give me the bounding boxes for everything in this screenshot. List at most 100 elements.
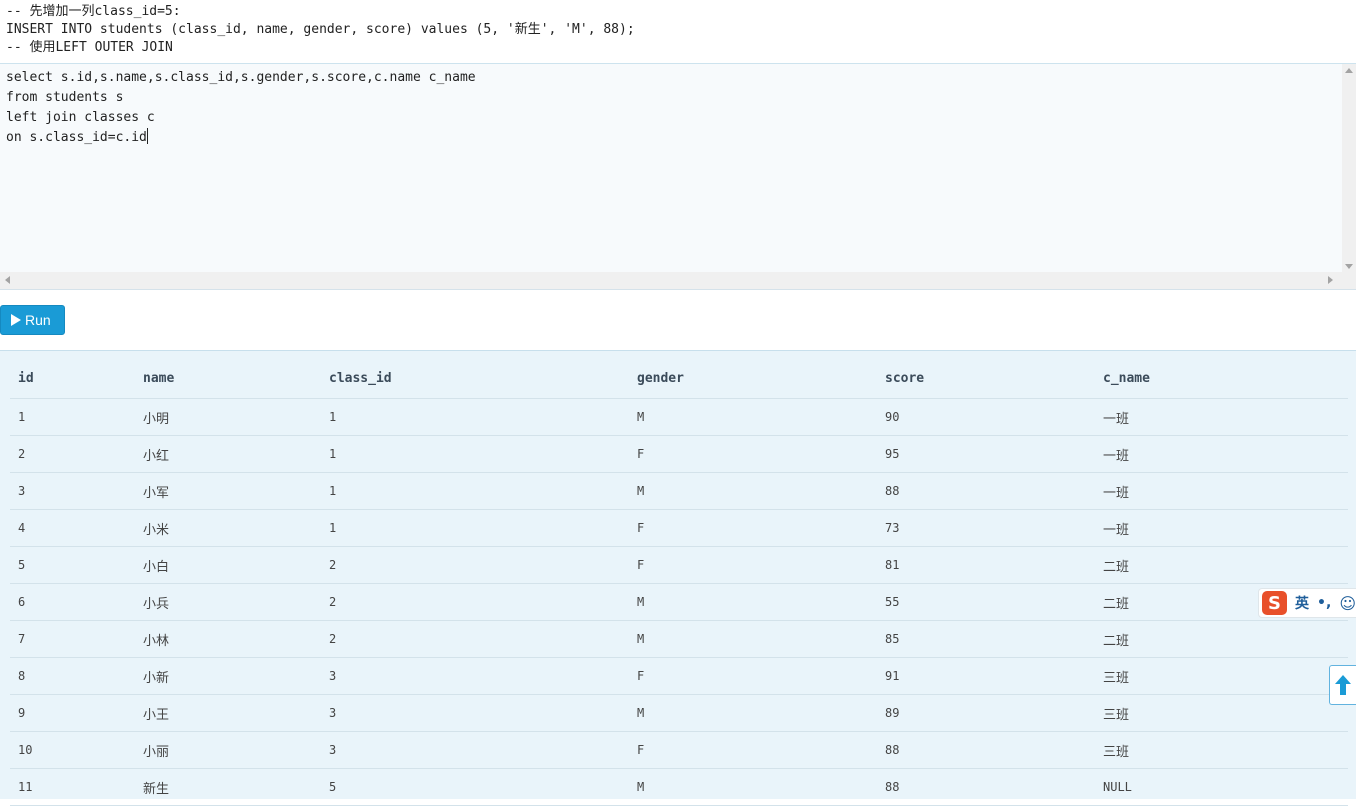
column-header-class-id: class_id	[321, 359, 629, 399]
editor-line[interactable]: from students s	[6, 88, 1326, 108]
table-row: 2 小红 1 F 95 一班	[10, 435, 1348, 473]
table-cell-id: 3	[10, 472, 135, 510]
table-cell-c-name: 三班	[1095, 731, 1348, 769]
table-cell-class-id: 1	[321, 435, 629, 473]
table-cell-c-name: 一班	[1095, 398, 1348, 436]
table-cell-class-id: 5	[321, 768, 629, 806]
ime-toolbar[interactable]: S 英 •, ☺	[1258, 588, 1356, 618]
horizontal-scrollbar[interactable]	[0, 272, 1342, 289]
vertical-scrollbar[interactable]	[1342, 64, 1356, 273]
table-cell-name: 小米	[135, 509, 321, 547]
code-line: -- 先增加一列class_id=5:	[6, 4, 181, 19]
scroll-left-arrow-icon[interactable]	[5, 276, 10, 284]
table-cell-name: 小丽	[135, 731, 321, 769]
table-cell-score: 73	[877, 509, 1095, 547]
editor-line[interactable]: on s.class_id=c.id	[6, 128, 1326, 148]
table-cell-name: 小兵	[135, 583, 321, 621]
table-row: 3 小军 1 M 88 一班	[10, 472, 1348, 510]
table-cell-score: 88	[877, 768, 1095, 806]
arrow-up-icon	[1335, 675, 1351, 695]
scroll-down-arrow-icon[interactable]	[1345, 264, 1353, 269]
table-cell-id: 11	[10, 768, 135, 806]
table-cell-score: 89	[877, 694, 1095, 732]
table-cell-score: 55	[877, 583, 1095, 621]
table-row: 4 小米 1 F 73 一班	[10, 509, 1348, 547]
table-cell-gender: F	[629, 657, 877, 695]
table-cell-score: 88	[877, 731, 1095, 769]
column-header-score: score	[877, 359, 1095, 399]
table-cell-name: 小白	[135, 546, 321, 584]
editor-line[interactable]: left join classes c	[6, 108, 1326, 128]
table-cell-class-id: 2	[321, 620, 629, 658]
table-cell-score: 88	[877, 472, 1095, 510]
sql-editor[interactable]: select s.id,s.name,s.class_id,s.gender,s…	[0, 63, 1356, 290]
table-row: 8 小新 3 F 91 三班	[10, 657, 1348, 695]
table-row: 10 小丽 3 F 88 三班	[10, 731, 1348, 769]
ime-language-toggle[interactable]: 英	[1295, 593, 1309, 613]
table-cell-class-id: 1	[321, 509, 629, 547]
sql-comment-block: -- 先增加一列class_id=5: INSERT INTO students …	[0, 0, 1356, 62]
table-cell-gender: F	[629, 546, 877, 584]
table-cell-id: 8	[10, 657, 135, 695]
scroll-up-arrow-icon[interactable]	[1345, 68, 1353, 73]
table-cell-score: 95	[877, 435, 1095, 473]
table-cell-gender: F	[629, 731, 877, 769]
table-cell-id: 6	[10, 583, 135, 621]
table-cell-id: 2	[10, 435, 135, 473]
table-cell-gender: M	[629, 768, 877, 806]
table-cell-c-name: 三班	[1095, 694, 1348, 732]
code-line: INSERT INTO students (class_id, name, ge…	[6, 22, 635, 37]
table-cell-id: 9	[10, 694, 135, 732]
table-cell-name: 小明	[135, 398, 321, 436]
table-cell-gender: M	[629, 583, 877, 621]
table-cell-name: 小红	[135, 435, 321, 473]
column-header-name: name	[135, 359, 321, 399]
table-cell-score: 91	[877, 657, 1095, 695]
table-cell-name: 小王	[135, 694, 321, 732]
scroll-right-arrow-icon[interactable]	[1328, 276, 1333, 284]
table-cell-class-id: 3	[321, 694, 629, 732]
back-to-top-button[interactable]	[1329, 665, 1356, 705]
sogou-logo-icon[interactable]: S	[1262, 591, 1288, 615]
play-icon	[11, 314, 21, 326]
table-cell-name: 新生	[135, 768, 321, 806]
table-cell-class-id: 2	[321, 546, 629, 584]
table-cell-id: 5	[10, 546, 135, 584]
column-header-c-name: c_name	[1095, 359, 1348, 399]
table-cell-id: 4	[10, 509, 135, 547]
table-row: 7 小林 2 M 85 二班	[10, 620, 1348, 658]
table-row: 5 小白 2 F 81 二班	[10, 546, 1348, 584]
editor-line[interactable]: select s.id,s.name,s.class_id,s.gender,s…	[6, 68, 1326, 88]
table-cell-name: 小林	[135, 620, 321, 658]
table-row: 1 小明 1 M 90 一班	[10, 398, 1348, 436]
table-header-row: id name class_id gender score c_name	[10, 359, 1348, 399]
results-table-body: 1 小明 1 M 90 一班 2 小红 1 F 95 一班 3 小军 1 M 88 一班 4 小米 1 F 73 一班 5 小白 2…	[10, 398, 1348, 806]
table-cell-gender: F	[629, 509, 877, 547]
run-button[interactable]: Run	[0, 305, 65, 335]
smile-icon[interactable]: ☺	[1339, 594, 1356, 613]
table-cell-id: 7	[10, 620, 135, 658]
table-cell-c-name: NULL	[1095, 768, 1348, 806]
table-cell-c-name: 二班	[1095, 546, 1348, 584]
table-cell-id: 10	[10, 731, 135, 769]
text-caret	[146, 128, 148, 144]
sql-editor-text[interactable]: select s.id,s.name,s.class_id,s.gender,s…	[6, 68, 1326, 148]
editor-line-text[interactable]: on s.class_id=c.id	[6, 130, 147, 145]
table-cell-c-name: 一班	[1095, 435, 1348, 473]
table-cell-class-id: 1	[321, 472, 629, 510]
ime-punctuation-toggle[interactable]: •,	[1317, 595, 1331, 611]
table-row: 11 新生 5 M 88 NULL	[10, 768, 1348, 806]
table-cell-gender: F	[629, 435, 877, 473]
table-cell-c-name: 一班	[1095, 509, 1348, 547]
table-cell-c-name: 一班	[1095, 472, 1348, 510]
run-button-label: Run	[25, 312, 51, 328]
table-cell-class-id: 3	[321, 731, 629, 769]
table-cell-id: 1	[10, 398, 135, 436]
table-cell-class-id: 1	[321, 398, 629, 436]
table-cell-gender: M	[629, 620, 877, 658]
scrollbar-corner	[1342, 272, 1356, 289]
table-cell-gender: M	[629, 398, 877, 436]
table-cell-score: 85	[877, 620, 1095, 658]
table-cell-name: 小新	[135, 657, 321, 695]
table-cell-gender: M	[629, 472, 877, 510]
